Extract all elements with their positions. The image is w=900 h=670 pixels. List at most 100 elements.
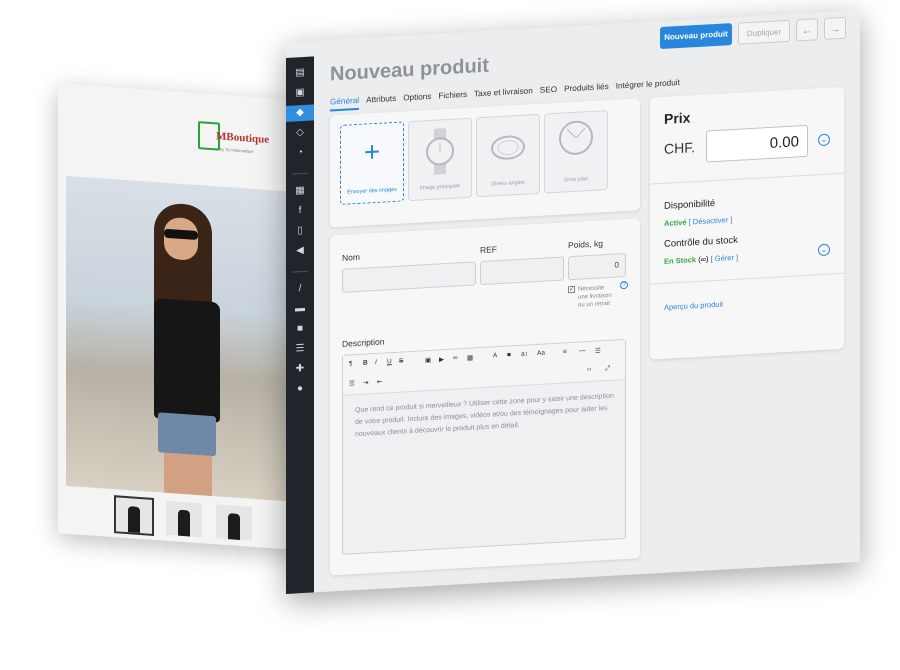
puzzle-icon[interactable]: ✚ (293, 363, 307, 376)
paragraph-icon[interactable]: ¶ (349, 360, 353, 367)
product-thumbnail[interactable] (166, 500, 202, 538)
tab-related-products[interactable]: Produits liés (564, 82, 609, 98)
tag-icon[interactable]: ◆ (286, 104, 314, 122)
storefront-preview: MBoutique by Tic informatique (58, 83, 308, 551)
availability-title: Disponibilité (664, 198, 716, 212)
previous-arrow-icon[interactable]: ← (796, 18, 818, 42)
stock-quantity: (∞) (698, 254, 709, 264)
tab-options[interactable]: Options (403, 92, 431, 108)
fullscreen-icon[interactable]: ⤢ (605, 365, 610, 373)
page-title: Nouveau produit (330, 54, 489, 86)
mobile-icon[interactable]: ▯ (293, 225, 307, 238)
product-preview-link[interactable]: Aperçu du produit (664, 300, 723, 312)
name-input[interactable] (342, 261, 476, 293)
ref-input[interactable] (480, 256, 564, 286)
angles-image-slot[interactable]: Divers angles (476, 113, 540, 198)
layout-icon[interactable]: ▦ (293, 185, 307, 198)
next-arrow-icon[interactable]: → (824, 16, 846, 40)
closeup-image-label: Gros plan (564, 176, 588, 184)
link-icon[interactable]: ∞ (453, 354, 458, 361)
table-icon[interactable]: ▦ (467, 354, 473, 362)
orders-icon[interactable]: ▣ (293, 87, 307, 100)
shipping-note: Nécessite une livraison ou un retrait (578, 285, 612, 309)
bold-icon[interactable]: B (363, 359, 368, 366)
tab-attributes[interactable]: Attributs (366, 94, 396, 110)
highlight-icon[interactable]: ■ (507, 351, 511, 358)
tab-general[interactable]: Général (330, 95, 360, 112)
ref-label: REF (480, 244, 497, 256)
main-image-label: Image principale (419, 183, 461, 192)
description-placeholder: Que rend ce produit si merveilleux ? Uti… (355, 392, 614, 439)
image-icon[interactable]: ▣ (425, 356, 431, 364)
currency-label: CHF. (664, 139, 696, 157)
upload-images-label: Envoyer des images (347, 186, 397, 196)
truck-icon[interactable]: ■ (293, 323, 307, 336)
payment-icon[interactable]: ▬ (293, 303, 307, 316)
product-thumbnail[interactable] (114, 495, 154, 536)
product-thumbnail[interactable] (216, 504, 252, 541)
strikethrough-icon[interactable]: S (399, 357, 403, 364)
settings-sliders-icon[interactable]: ☰ (293, 343, 307, 356)
weight-label: Poids, kg (568, 238, 603, 251)
deactivate-link[interactable]: [ Désactiver ] (689, 215, 733, 226)
price-value: 0.00 (769, 133, 799, 152)
store-logo: MBoutique by Tic informatique (198, 117, 270, 162)
shipping-checkbox[interactable]: ✓ (568, 285, 575, 294)
stock-status-row: En Stock (∞) [ Gérer ] (664, 253, 738, 266)
duplicate-button[interactable]: Dupliquer (738, 19, 790, 45)
stock-control-title: Contrôle du stock (664, 234, 738, 250)
horizontal-rule-icon[interactable]: — (579, 347, 586, 354)
indent-icon[interactable]: ⇥ (363, 378, 368, 386)
outdent-icon[interactable]: ⇤ (377, 378, 382, 386)
store-icon[interactable]: ▤ (293, 67, 307, 80)
upload-images-button[interactable]: + Envoyer des images (340, 121, 404, 205)
diamond-icon[interactable]: ◇ (293, 127, 307, 140)
product-details-card: Nom REF Poids, kg 0 ✓ ? Nécessite une li… (330, 218, 640, 576)
tab-embed-product[interactable]: Intégrer le produit (616, 78, 680, 96)
price-title: Prix (664, 109, 691, 127)
font-size-icon[interactable]: a↕ (521, 350, 528, 357)
user-icon[interactable]: ● (293, 383, 307, 396)
product-editor-window: ▤ ▣ ◆ ◇ ◔ ▦ f ▯ ◀ / ▬ ■ ☰ ✚ ● Nouveau pr… (286, 9, 860, 594)
align-icon[interactable]: ≡ (563, 348, 567, 355)
facebook-icon[interactable]: f (293, 205, 307, 218)
description-editor[interactable]: ¶ B I U S ▣ ▶ ∞ ▦ A ■ a↕ Aa ≡ — ☰ ☰ ⇥ ⇤ … (342, 338, 626, 555)
video-icon[interactable]: ▶ (439, 355, 444, 363)
closeup-image-slot[interactable]: Gros plan (544, 109, 608, 194)
store-logo-brand: MBoutique (216, 130, 270, 147)
new-product-button[interactable]: Nouveau produit (660, 23, 732, 50)
tab-files[interactable]: Fichiers (438, 90, 467, 106)
megaphone-icon[interactable]: ◀ (293, 245, 307, 258)
tab-seo[interactable]: SEO (540, 85, 557, 100)
name-label: Nom (342, 251, 360, 263)
angles-image-label: Divers angles (491, 179, 525, 188)
price-card: Prix CHF. 0.00 ⌄ Disponibilité Activé [ … (650, 86, 844, 360)
font-family-icon[interactable]: Aa (537, 350, 545, 357)
availability-status: Activé (664, 217, 687, 228)
pie-chart-icon[interactable]: ◔ (293, 147, 307, 160)
help-icon[interactable]: ? (620, 280, 628, 290)
chevron-down-icon[interactable]: ⌄ (818, 133, 830, 147)
description-label: Description (342, 336, 385, 349)
code-view-icon[interactable]: ‹› (587, 366, 591, 373)
underline-icon[interactable]: U (387, 358, 392, 365)
store-logo-sub: by Tic informatique (220, 146, 254, 154)
chevron-down-icon[interactable]: ⌄ (818, 243, 830, 257)
watch-angle-icon (491, 135, 525, 160)
model-figure (136, 201, 236, 498)
thumbnail-strip (114, 495, 252, 541)
tab-tax-shipping[interactable]: Taxe et livraison (474, 86, 533, 103)
text-color-icon[interactable]: A (493, 352, 497, 359)
images-card: + Envoyer des images Image principale Di… (330, 98, 640, 228)
brush-icon[interactable]: / (293, 283, 307, 296)
price-input[interactable]: 0.00 (706, 124, 808, 163)
list-icon[interactable]: ☰ (595, 346, 601, 354)
stock-status: En Stock (664, 255, 697, 266)
weight-input[interactable]: 0 (568, 252, 626, 281)
italic-icon[interactable]: I (375, 359, 377, 366)
main-image-slot[interactable]: Image principale (408, 117, 472, 202)
manage-stock-link[interactable]: [ Gérer ] (711, 253, 739, 264)
editor-toolbar: ¶ B I U S ▣ ▶ ∞ ▦ A ■ a↕ Aa ≡ — ☰ ☰ ⇥ ⇤ … (343, 340, 625, 396)
bullet-list-icon[interactable]: ☰ (349, 379, 355, 387)
product-photo (66, 175, 306, 503)
